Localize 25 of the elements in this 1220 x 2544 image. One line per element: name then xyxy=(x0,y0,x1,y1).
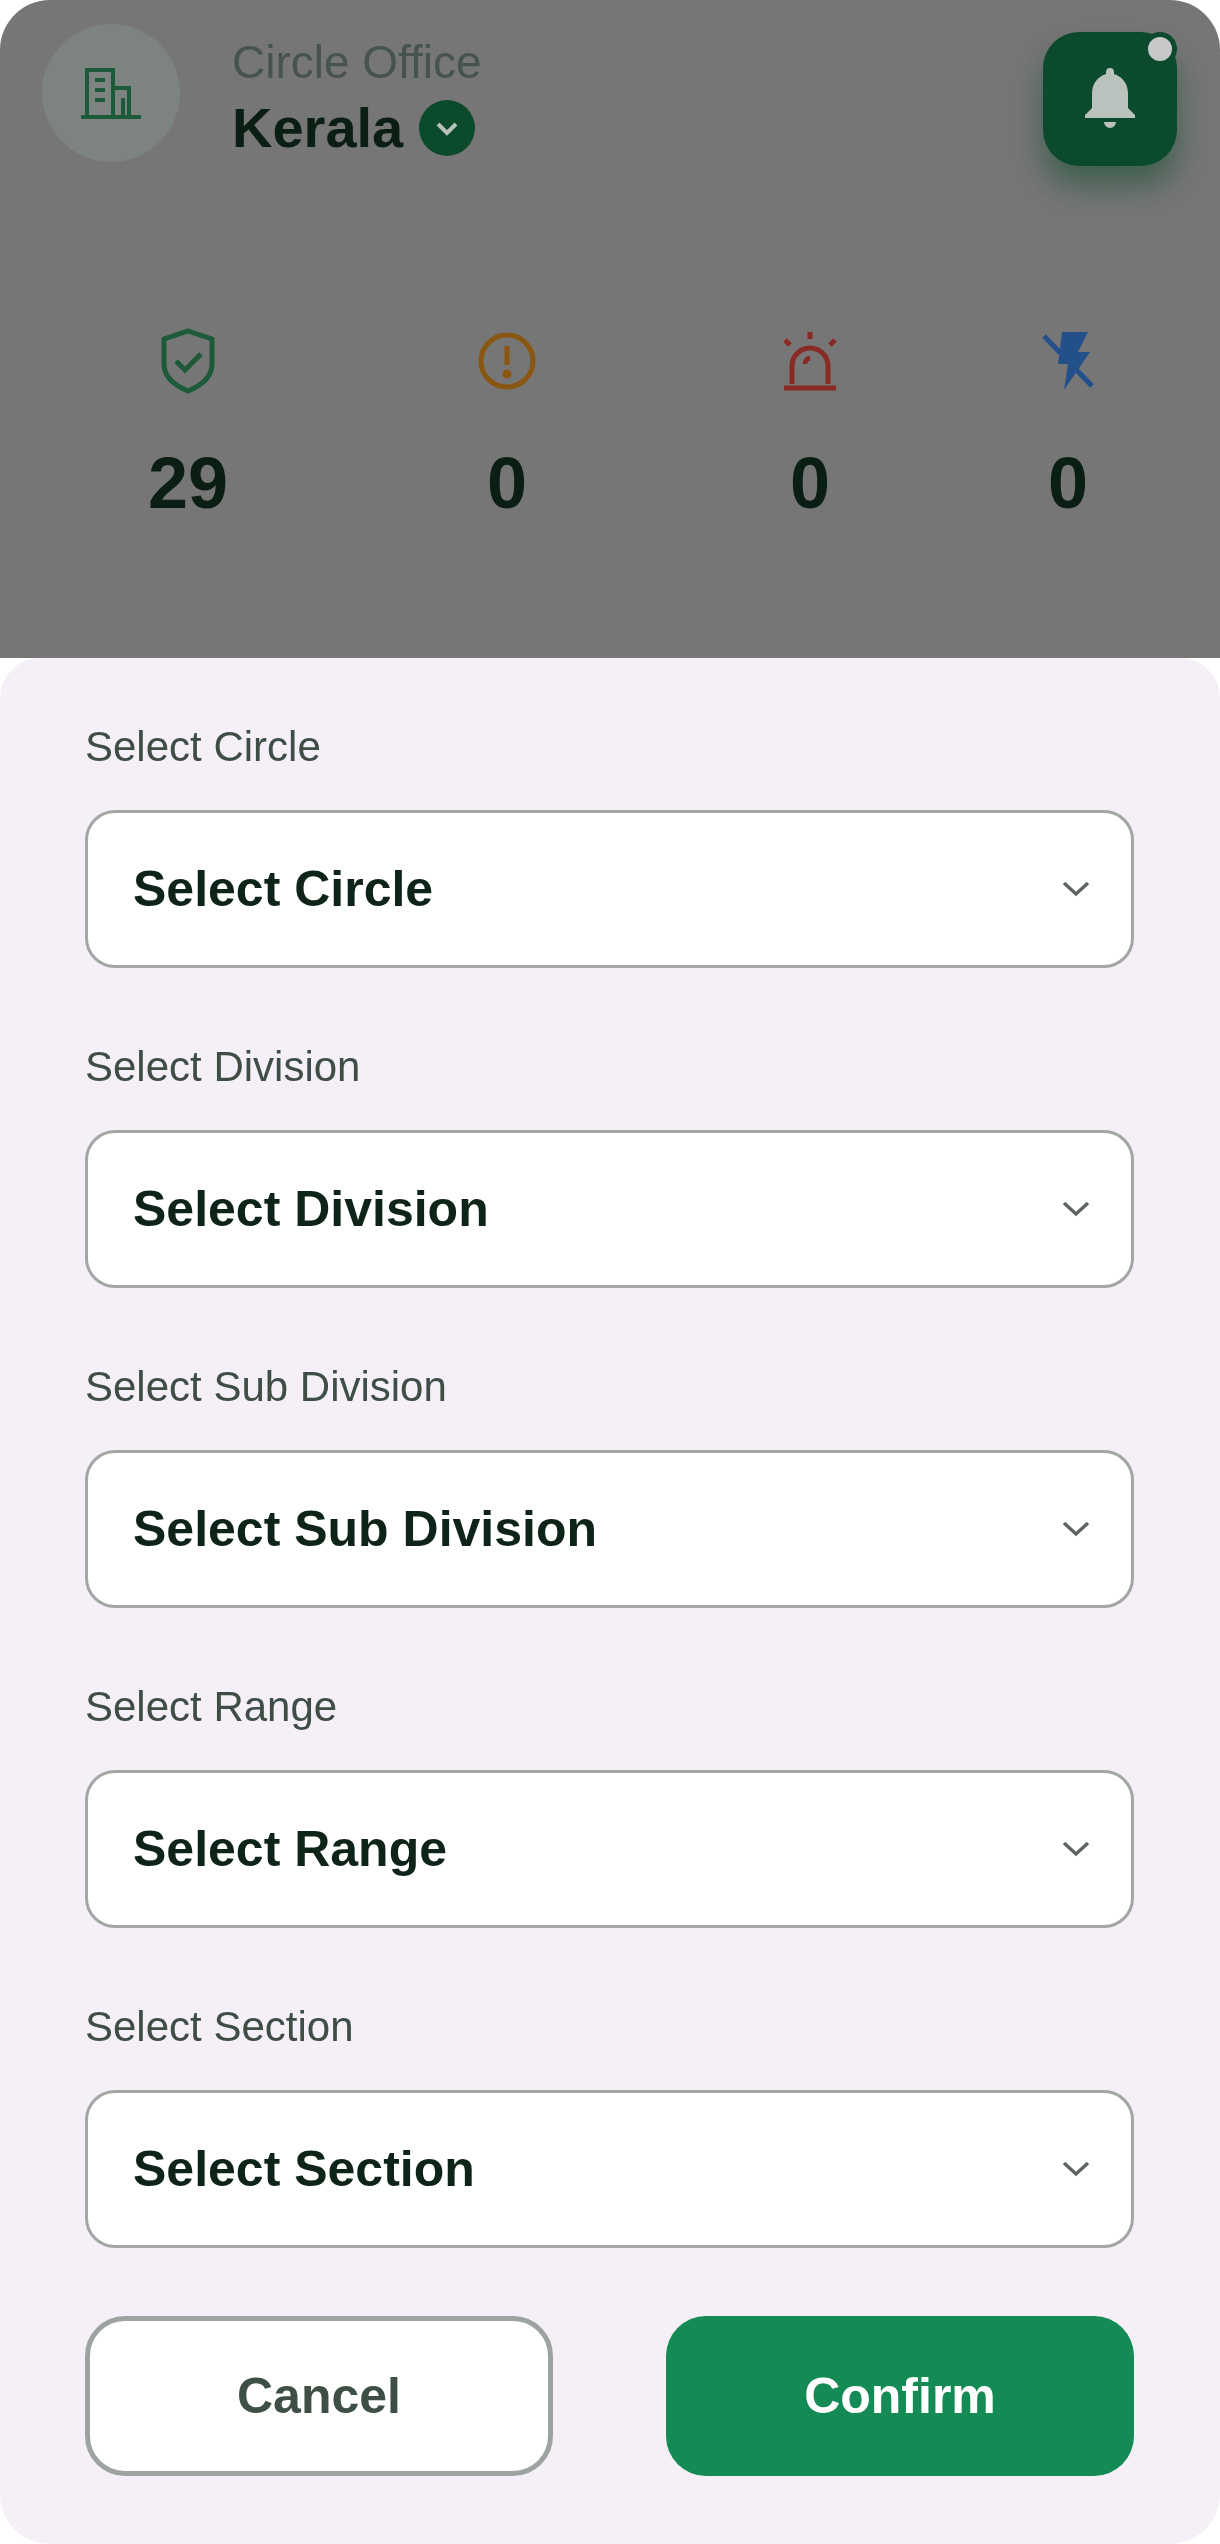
field-label: Select Range xyxy=(85,1682,338,1732)
stat-count: 0 xyxy=(486,442,527,525)
dropdown-field[interactable]: Select Division xyxy=(85,1130,1134,1288)
dropdown-field[interactable]: Select Section xyxy=(85,2090,1134,2248)
stat-count: 29 xyxy=(147,442,229,525)
field-label: Select Division xyxy=(85,1042,361,1092)
chevron-down-icon xyxy=(1061,1840,1091,1858)
dropdown-field[interactable]: Select Sub Division xyxy=(85,1450,1134,1608)
cancel-button[interactable]: Cancel xyxy=(85,2316,553,2476)
chevron-down-icon xyxy=(1061,1520,1091,1538)
stat-count: 0 xyxy=(1047,442,1088,525)
dropdown-field[interactable]: Select Range xyxy=(85,1770,1134,1928)
field-label: Select Circle xyxy=(85,722,321,772)
confirm-button[interactable]: Confirm xyxy=(666,2316,1134,2476)
office-name: Kerala xyxy=(232,95,404,161)
field-label: Select Sub Division xyxy=(85,1362,447,1412)
chevron-down-icon xyxy=(1061,880,1091,898)
chevron-down-icon xyxy=(1061,1200,1091,1218)
chevron-down-icon xyxy=(1061,2160,1091,2178)
building-icon xyxy=(79,66,143,120)
notification-button[interactable] xyxy=(1043,32,1177,166)
stat-count: 0 xyxy=(789,442,830,525)
field-label: Select Section xyxy=(85,2002,354,2052)
dropdown-field[interactable]: Select Circle xyxy=(85,810,1134,968)
dropdown-chevron-icon[interactable] xyxy=(419,100,476,156)
